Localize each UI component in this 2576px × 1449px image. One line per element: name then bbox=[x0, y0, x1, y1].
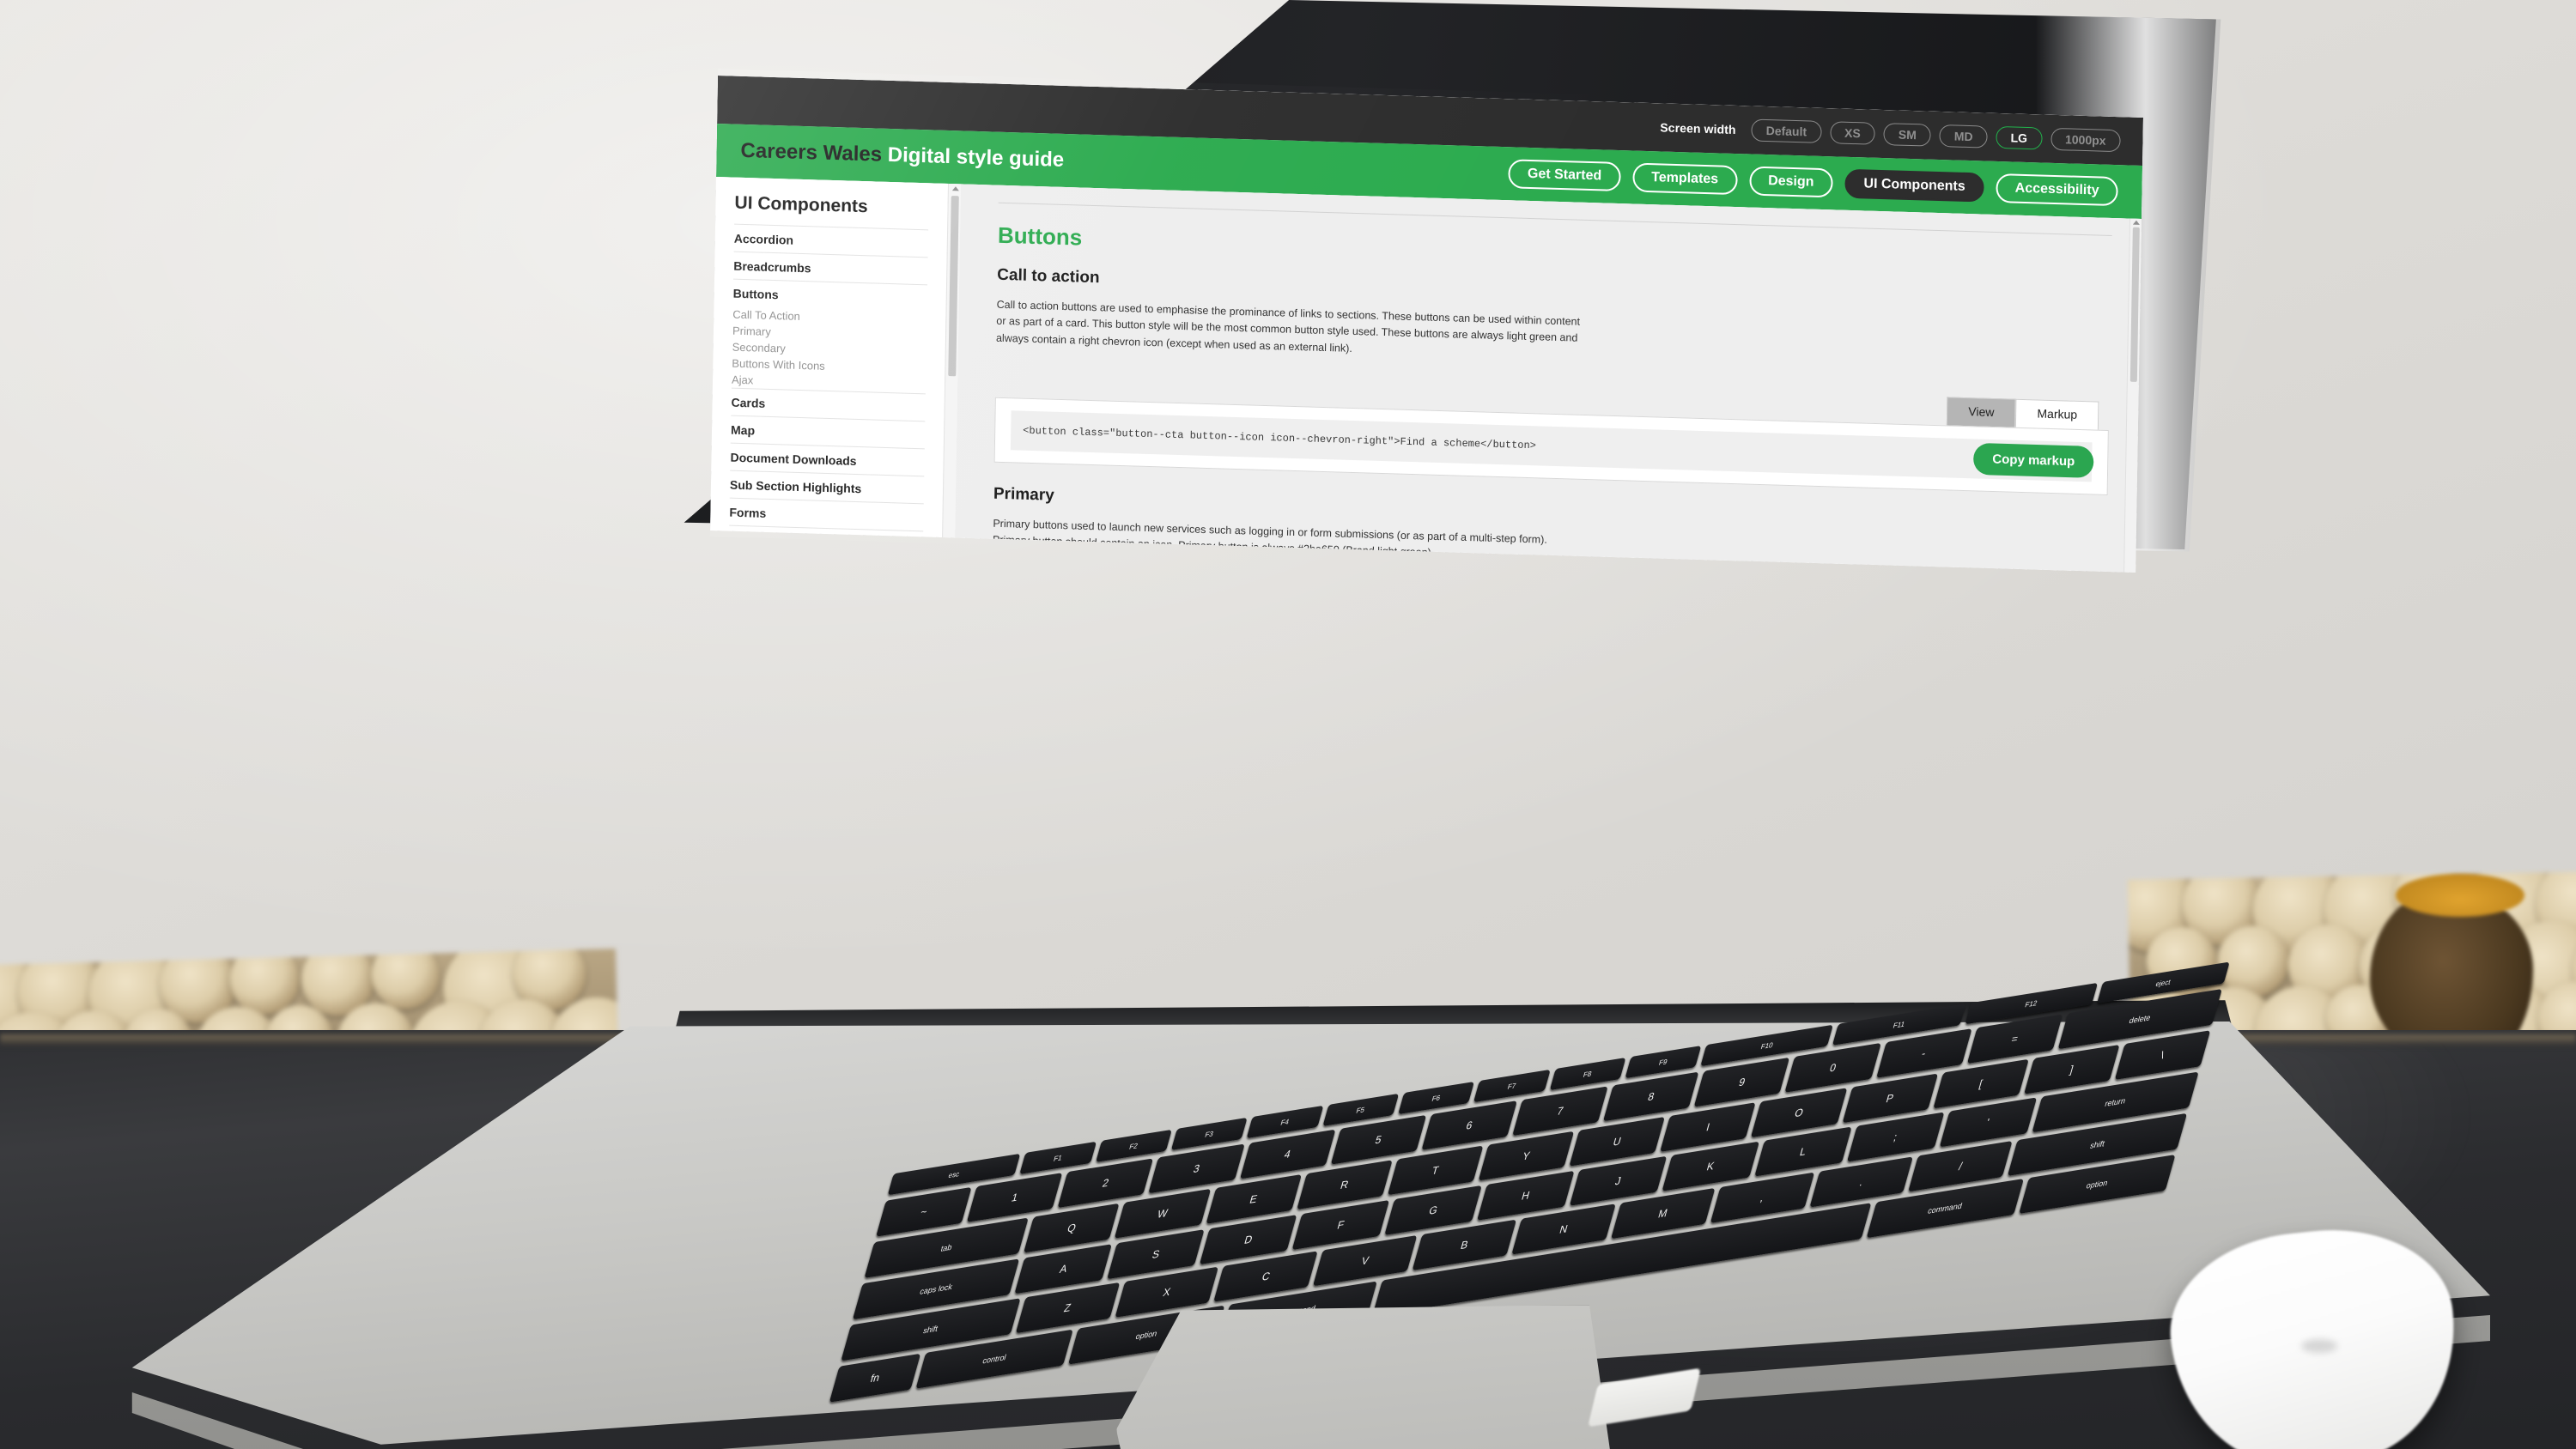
example-panel-primary: View Markup Complete your registration ❯ bbox=[991, 571, 2106, 573]
sidebar-title: UI Components bbox=[734, 193, 928, 220]
main-nav: Get Started Templates Design UI Componen… bbox=[1509, 159, 2118, 206]
magic-mouse-shadow bbox=[2301, 1339, 2337, 1353]
width-option-xs[interactable]: XS bbox=[1830, 121, 1875, 145]
nav-ui-components[interactable]: UI Components bbox=[1844, 169, 1984, 203]
tab-view-cta[interactable]: View bbox=[1947, 397, 2016, 427]
section-body-primary: Primary buttons used to launch new servi… bbox=[993, 515, 1586, 566]
nav-get-started[interactable]: Get Started bbox=[1509, 159, 1621, 191]
section-body-call-to-action: Call to action buttons are used to empha… bbox=[996, 297, 1589, 364]
width-option-default[interactable]: Default bbox=[1751, 119, 1821, 143]
nav-accessibility[interactable]: Accessibility bbox=[1996, 173, 2117, 206]
tab-markup-cta[interactable]: Markup bbox=[2015, 399, 2099, 429]
page-body: UI Components Accordion Breadcrumbs Butt… bbox=[710, 177, 2142, 573]
copy-markup-button[interactable]: Copy markup bbox=[1973, 442, 2093, 477]
laptop-trackpad bbox=[1116, 1305, 1614, 1449]
brand-secondary: Digital style guide bbox=[888, 143, 1065, 172]
laptop: Screen width Default XS SM MD LG 1000px … bbox=[0, 0, 2576, 1449]
sidebar-item-hero-banner[interactable]: Hero Banner bbox=[728, 553, 923, 573]
content-scrollbar-thumb[interactable] bbox=[2130, 227, 2140, 382]
section-primary: Primary Primary buttons used to launch n… bbox=[991, 484, 2107, 573]
width-option-1000px[interactable]: 1000px bbox=[2050, 128, 2121, 152]
brand-primary: Careers Wales bbox=[740, 139, 882, 167]
nav-templates[interactable]: Templates bbox=[1632, 162, 1738, 195]
width-option-sm[interactable]: SM bbox=[1884, 123, 1931, 147]
site-brand[interactable]: Careers Wales Digital style guide bbox=[740, 139, 1064, 173]
example-panel-call-to-action: View Markup <button class="button--cta b… bbox=[994, 369, 2110, 495]
width-option-md[interactable]: MD bbox=[1940, 124, 1988, 149]
panel-tabs-primary: View Markup bbox=[992, 571, 2106, 573]
sidebar-nav: UI Components Accordion Breadcrumbs Butt… bbox=[710, 177, 948, 537]
screen-width-label: Screen width bbox=[1660, 120, 1736, 136]
browser-viewport: Screen width Default XS SM MD LG 1000px … bbox=[710, 76, 2143, 573]
photo-scene: Screen width Default XS SM MD LG 1000px … bbox=[0, 0, 2576, 1449]
section-call-to-action: Call to action Call to action buttons ar… bbox=[994, 266, 2111, 495]
laptop-lid-notch bbox=[1588, 1368, 1701, 1428]
width-option-lg[interactable]: LG bbox=[1996, 126, 2042, 150]
keyboard-key[interactable]: fn bbox=[829, 1354, 921, 1403]
content-scroll-up-arrow-icon[interactable] bbox=[2133, 221, 2140, 225]
nav-design[interactable]: Design bbox=[1749, 166, 1833, 197]
scroll-up-arrow-icon[interactable] bbox=[952, 186, 959, 191]
main-content: Buttons Call to action Call to action bu… bbox=[955, 184, 2142, 573]
laptop-screen: Screen width Default XS SM MD LG 1000px … bbox=[710, 76, 2143, 573]
sidebar-item-horizontal-rules[interactable]: Horizontal Rules bbox=[729, 525, 924, 559]
